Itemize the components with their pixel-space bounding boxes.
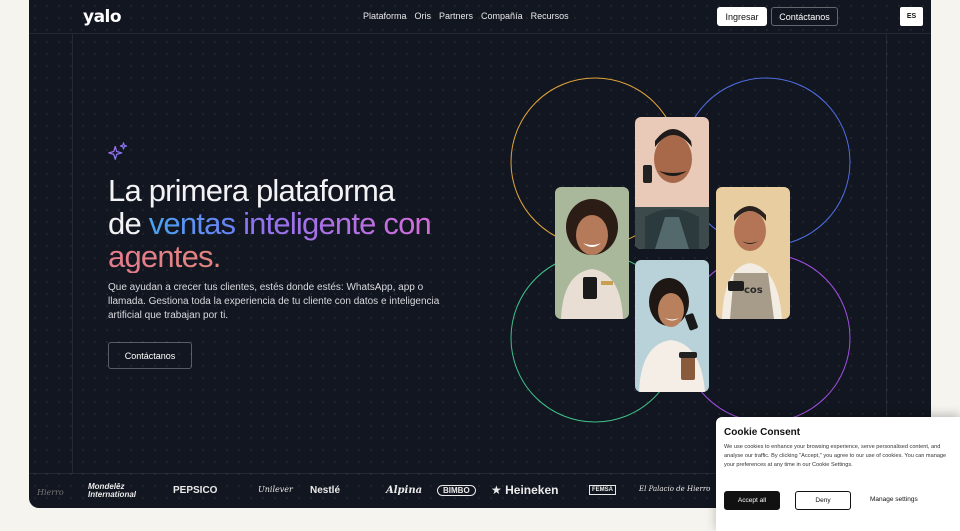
top-nav: yalo Plataforma Oris Partners Compañía R…: [29, 0, 931, 34]
headline-ventas: ventas: [148, 206, 244, 241]
person-photo-man-apron: cos: [716, 187, 790, 319]
main-menu: Plataforma Oris Partners Compañía Recurs…: [363, 11, 569, 21]
menu-item-plataforma[interactable]: Plataforma: [363, 11, 407, 21]
contact-button-nav[interactable]: Contáctanos: [771, 7, 838, 26]
hero-subtext: Que ayudan a crecer tus clientes, estés …: [108, 282, 440, 321]
headline-de: de: [108, 206, 149, 241]
contact-button-hero[interactable]: Contáctanos: [108, 342, 192, 369]
logo-unilever: Unilever: [258, 485, 293, 494]
yalo-logo[interactable]: yalo: [83, 7, 122, 27]
person-photo-man-phone: [635, 117, 709, 249]
right-rail: [886, 34, 887, 473]
logo-heineken: ★ Heineken: [491, 483, 558, 497]
language-selector[interactable]: ES: [900, 7, 923, 26]
logo-palacio-hierro: El Palacio de Hierro: [639, 485, 711, 493]
menu-item-recursos[interactable]: Recursos: [531, 11, 569, 21]
cookie-consent-panel: Cookie Consent We use cookies to enhance…: [716, 417, 960, 531]
login-button[interactable]: Ingresar: [717, 7, 767, 26]
logo-bimbo: BIMBO: [437, 485, 476, 496]
star-icon: ★: [491, 483, 502, 497]
manage-settings-link[interactable]: Manage settings: [870, 496, 918, 503]
cookie-body: We use cookies to enhance your browsing …: [724, 444, 947, 468]
headline-line-1: La primera plataforma: [108, 173, 395, 208]
headline-inteligente: inteligente con: [243, 206, 432, 241]
accept-all-button[interactable]: Accept all: [724, 491, 780, 510]
logo-mondelez: Mondelēz International: [88, 482, 137, 499]
menu-item-compania[interactable]: Compañía: [481, 11, 523, 21]
left-rail: [72, 34, 73, 473]
person-photo-woman-curly: [555, 187, 629, 319]
headline-line-2: de ventas inteligente con: [108, 207, 488, 240]
menu-item-partners[interactable]: Partners: [439, 11, 473, 21]
deny-button[interactable]: Deny: [795, 491, 851, 510]
cookie-title: Cookie Consent: [724, 427, 801, 438]
person-photo-woman-coffee: [635, 260, 709, 392]
sparkle-icon: [108, 142, 128, 160]
logo-alpina: Alpina: [386, 485, 423, 496]
cookie-actions: Accept all Deny Manage settings: [724, 491, 952, 511]
logo-nestle: Nestlé: [310, 485, 341, 496]
menu-item-oris[interactable]: Oris: [415, 11, 432, 21]
logo-faded-partial: Hierro: [37, 488, 64, 497]
logo-pepsico: PEPSICO: [173, 485, 218, 496]
headline-line-3: agentes.: [108, 240, 488, 273]
hero-headline: La primera plataforma de ventas intelige…: [108, 174, 488, 273]
logo-femsa: FEMSA: [589, 485, 616, 495]
logo-heineken-text: Heineken: [505, 483, 559, 497]
svg-text:cos: cos: [744, 285, 763, 296]
